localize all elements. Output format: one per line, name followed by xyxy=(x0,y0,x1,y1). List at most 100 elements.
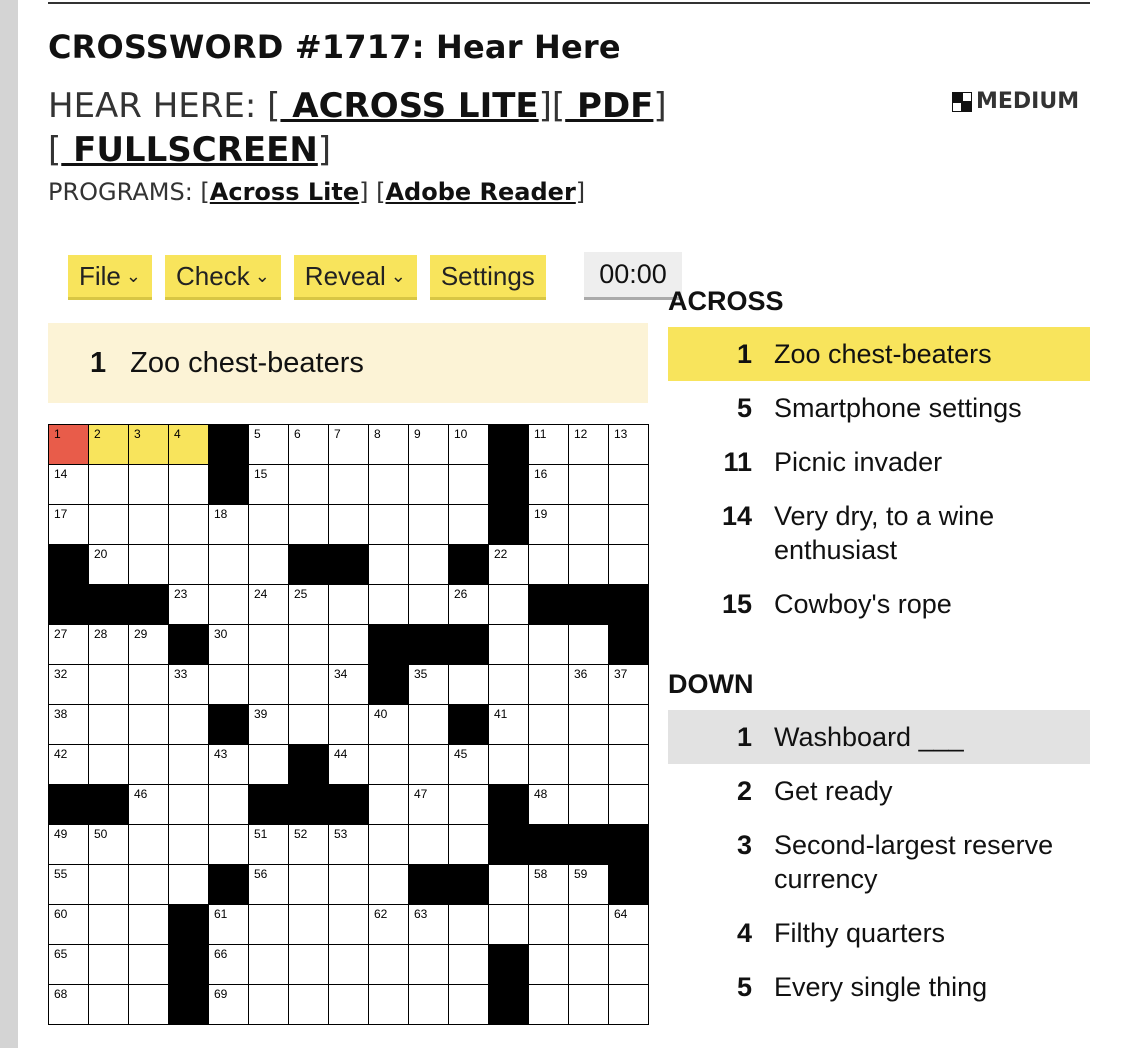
down-clue-item[interactable]: 1 Washboard ___ xyxy=(668,710,1090,764)
grid-cell[interactable]: 65 xyxy=(48,944,89,985)
grid-cell[interactable]: 46 xyxy=(128,784,169,825)
grid-cell[interactable] xyxy=(568,504,609,545)
grid-cell[interactable] xyxy=(128,464,169,505)
grid-cell[interactable] xyxy=(368,464,409,505)
grid-cell[interactable] xyxy=(448,824,489,865)
grid-cell[interactable] xyxy=(368,544,409,585)
grid-cell[interactable] xyxy=(368,984,409,1025)
grid-cell[interactable]: 45 xyxy=(448,744,489,785)
grid-cell[interactable]: 14 xyxy=(48,464,89,505)
grid-cell[interactable] xyxy=(328,584,369,625)
grid-cell[interactable] xyxy=(168,744,209,785)
grid-cell[interactable] xyxy=(248,944,289,985)
grid-cell[interactable] xyxy=(168,464,209,505)
grid-cell[interactable]: 34 xyxy=(328,664,369,705)
grid-cell[interactable]: 50 xyxy=(88,824,129,865)
grid-cell[interactable]: 58 xyxy=(528,864,569,905)
grid-cell[interactable] xyxy=(88,464,129,505)
file-menu-button[interactable]: File ⌄ xyxy=(68,255,152,300)
grid-cell[interactable]: 27 xyxy=(48,624,89,665)
fullscreen-link[interactable]: FULLSCREEN xyxy=(61,130,318,170)
grid-cell[interactable]: 35 xyxy=(408,664,449,705)
grid-cell[interactable] xyxy=(608,744,649,785)
down-clue-item[interactable]: 4 Filthy quarters xyxy=(668,906,1090,960)
grid-cell[interactable]: 3 xyxy=(128,424,169,465)
grid-cell[interactable]: 37 xyxy=(608,664,649,705)
grid-cell[interactable]: 23 xyxy=(168,584,209,625)
grid-cell[interactable] xyxy=(248,544,289,585)
grid-cell[interactable] xyxy=(608,544,649,585)
grid-cell[interactable] xyxy=(408,744,449,785)
grid-cell[interactable] xyxy=(248,624,289,665)
grid-cell[interactable] xyxy=(368,504,409,545)
grid-cell[interactable]: 26 xyxy=(448,584,489,625)
grid-cell[interactable]: 53 xyxy=(328,824,369,865)
grid-cell[interactable] xyxy=(408,504,449,545)
grid-cell[interactable]: 64 xyxy=(608,904,649,945)
grid-cell[interactable]: 59 xyxy=(568,864,609,905)
grid-cell[interactable] xyxy=(528,664,569,705)
grid-cell[interactable] xyxy=(568,624,609,665)
grid-cell[interactable] xyxy=(248,504,289,545)
grid-cell[interactable] xyxy=(128,544,169,585)
grid-cell[interactable] xyxy=(328,864,369,905)
grid-cell[interactable] xyxy=(608,944,649,985)
program-across-lite-link[interactable]: Across Lite xyxy=(210,178,359,206)
grid-cell[interactable] xyxy=(608,464,649,505)
grid-cell[interactable]: 52 xyxy=(288,824,329,865)
grid-cell[interactable] xyxy=(568,944,609,985)
grid-cell[interactable] xyxy=(368,864,409,905)
grid-cell[interactable] xyxy=(448,504,489,545)
grid-cell[interactable] xyxy=(568,544,609,585)
grid-cell[interactable] xyxy=(328,984,369,1025)
grid-cell[interactable]: 6 xyxy=(288,424,329,465)
grid-cell[interactable]: 44 xyxy=(328,744,369,785)
grid-cell[interactable] xyxy=(208,584,249,625)
grid-cell[interactable] xyxy=(328,464,369,505)
grid-cell[interactable] xyxy=(208,664,249,705)
grid-cell[interactable]: 17 xyxy=(48,504,89,545)
grid-cell[interactable]: 43 xyxy=(208,744,249,785)
grid-cell[interactable] xyxy=(448,784,489,825)
grid-cell[interactable]: 20 xyxy=(88,544,129,585)
across-clue-item[interactable]: 11 Picnic invader xyxy=(668,435,1090,489)
grid-cell[interactable] xyxy=(328,904,369,945)
grid-cell[interactable] xyxy=(448,464,489,505)
grid-cell[interactable] xyxy=(208,824,249,865)
grid-cell[interactable] xyxy=(408,944,449,985)
grid-cell[interactable] xyxy=(448,944,489,985)
grid-cell[interactable]: 36 xyxy=(568,664,609,705)
down-clue-item[interactable]: 3 Second-largest reserve currency xyxy=(668,818,1090,906)
grid-cell[interactable] xyxy=(328,944,369,985)
grid-cell[interactable]: 19 xyxy=(528,504,569,545)
grid-cell[interactable] xyxy=(288,904,329,945)
across-clue-item[interactable]: 5 Smartphone settings xyxy=(668,381,1090,435)
grid-cell[interactable] xyxy=(608,984,649,1025)
down-clue-item[interactable]: 2 Get ready xyxy=(668,764,1090,818)
grid-cell[interactable]: 55 xyxy=(48,864,89,905)
grid-cell[interactable] xyxy=(128,864,169,905)
grid-cell[interactable]: 69 xyxy=(208,984,249,1025)
grid-cell[interactable] xyxy=(488,744,529,785)
grid-cell[interactable] xyxy=(328,504,369,545)
grid-cell[interactable]: 7 xyxy=(328,424,369,465)
grid-cell[interactable] xyxy=(528,544,569,585)
grid-cell[interactable] xyxy=(528,704,569,745)
grid-cell[interactable]: 51 xyxy=(248,824,289,865)
grid-cell[interactable] xyxy=(528,904,569,945)
grid-cell[interactable] xyxy=(568,904,609,945)
grid-cell[interactable]: 66 xyxy=(208,944,249,985)
grid-cell[interactable]: 41 xyxy=(488,704,529,745)
grid-cell[interactable] xyxy=(128,944,169,985)
program-adobe-reader-link[interactable]: Adobe Reader xyxy=(385,178,575,206)
grid-cell[interactable] xyxy=(288,944,329,985)
grid-cell[interactable] xyxy=(128,824,169,865)
grid-cell[interactable] xyxy=(248,664,289,705)
grid-cell[interactable] xyxy=(168,864,209,905)
grid-cell[interactable] xyxy=(168,504,209,545)
grid-cell[interactable]: 28 xyxy=(88,624,129,665)
grid-cell[interactable] xyxy=(168,544,209,585)
grid-cell[interactable]: 42 xyxy=(48,744,89,785)
grid-cell[interactable] xyxy=(408,584,449,625)
grid-cell[interactable] xyxy=(488,584,529,625)
